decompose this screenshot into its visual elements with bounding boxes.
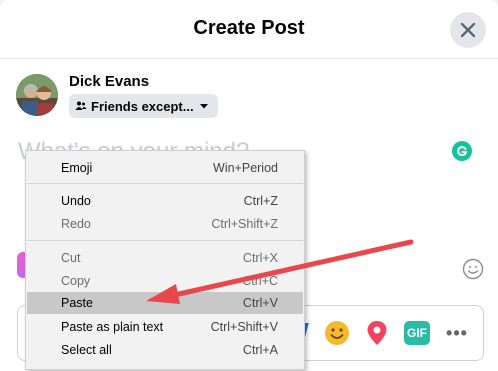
friends-icon <box>75 101 87 110</box>
menu-item-label: Cut <box>61 251 81 265</box>
menu-item-label: Emoji <box>61 161 93 175</box>
menu-separator <box>27 183 303 184</box>
avatar-photo <box>16 74 58 116</box>
menu-item-copy[interactable]: Copy Ctrl+C <box>27 270 303 292</box>
emoji-picker-icon[interactable] <box>462 258 484 285</box>
grammarly-icon[interactable] <box>452 141 472 161</box>
menu-item-select-all[interactable]: Select all Ctrl+A <box>27 339 303 361</box>
menu-item-cut[interactable]: Cut Ctrl+X <box>27 247 303 269</box>
menu-item-label: Redo <box>61 217 91 231</box>
close-icon <box>460 22 476 38</box>
menu-item-shortcut: Ctrl+X <box>242 251 278 265</box>
gif-button[interactable]: GIF <box>404 320 430 346</box>
dialog-header: Create Post <box>0 0 498 59</box>
grammarly-g-glyph <box>457 146 468 157</box>
menu-item-label: Select all <box>61 343 112 357</box>
menu-item-redo[interactable]: Redo Ctrl+Shift+Z <box>27 213 303 235</box>
menu-item-paste-plain-text[interactable]: Paste as plain text Ctrl+Shift+V <box>27 316 303 338</box>
audience-label: Friends except... <box>91 98 194 114</box>
menu-item-shortcut: Ctrl+Z <box>243 194 278 208</box>
menu-item-paste[interactable]: Paste Ctrl+V <box>27 292 303 314</box>
menu-item-undo[interactable]: Undo Ctrl+Z <box>27 190 303 212</box>
menu-item-label: Copy <box>61 274 91 288</box>
context-menu: Emoji Win+Period Undo Ctrl+Z Redo Ctrl+S… <box>25 150 305 370</box>
more-options-button[interactable]: ••• <box>444 320 470 346</box>
menu-item-shortcut: Ctrl+Shift+V <box>210 320 278 334</box>
menu-item-emoji[interactable]: Emoji Win+Period <box>27 157 303 179</box>
menu-item-shortcut: Ctrl+A <box>242 343 278 357</box>
check-in-location-icon[interactable] <box>364 320 390 346</box>
user-name: Dick Evans <box>69 73 150 90</box>
close-button[interactable] <box>450 12 486 48</box>
menu-item-shortcut: Ctrl+C <box>242 274 278 288</box>
menu-item-label: Paste <box>61 296 93 310</box>
menu-item-shortcut: Win+Period <box>213 161 278 175</box>
menu-separator <box>27 240 303 241</box>
more-options-icon: ••• <box>446 322 468 343</box>
menu-item-shortcut: Ctrl+Shift+Z <box>211 217 278 231</box>
avatar[interactable] <box>16 74 58 116</box>
gif-icon: GIF <box>404 321 430 345</box>
audience-selector-button[interactable]: Friends except... <box>69 94 218 118</box>
menu-item-shortcut: Ctrl+V <box>242 296 278 310</box>
feeling-activity-icon[interactable] <box>324 320 350 346</box>
menu-item-label: Paste as plain text <box>61 320 164 334</box>
dialog-title: Create Post <box>193 17 305 39</box>
caret-down-icon <box>199 104 208 109</box>
menu-item-label: Undo <box>61 194 91 208</box>
